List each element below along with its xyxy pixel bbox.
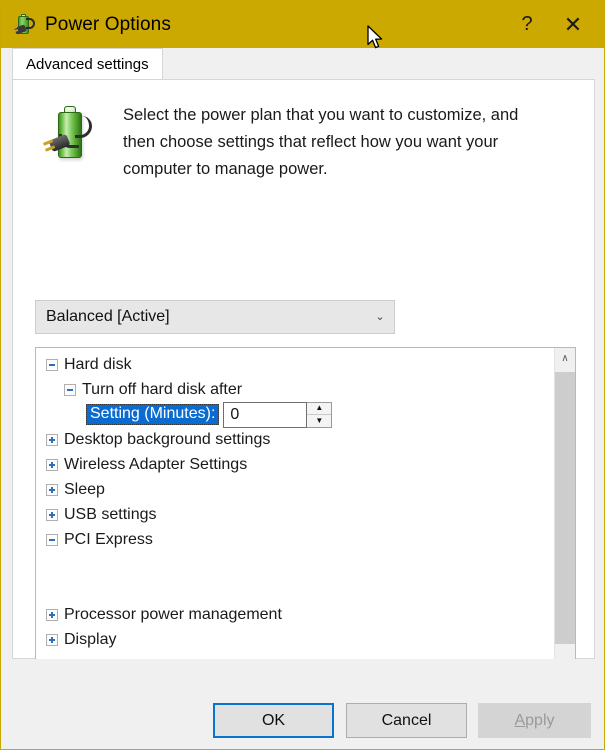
settings-tree-rows: Hard disk Turn off hard disk after Setti… [36, 348, 554, 681]
window-title: Power Options [45, 13, 171, 35]
power-plan-select[interactable]: Balanced [Active] ⌄ [35, 300, 395, 334]
tree-row-spacer [36, 552, 554, 577]
tree-row-label: USB settings [64, 505, 157, 523]
stepper-up-icon[interactable]: ▲ [307, 403, 332, 415]
tab-strip: Advanced settings [1, 48, 604, 79]
settings-tree[interactable]: Hard disk Turn off hard disk after Setti… [35, 347, 576, 682]
tree-vertical-scrollbar[interactable]: ∧ ∨ [554, 348, 575, 681]
ok-button[interactable]: OK [213, 703, 334, 738]
power-plan-value: Balanced [Active] [46, 308, 170, 325]
tree-row-label: Processor power management [64, 605, 282, 623]
collapse-minus-icon[interactable] [64, 383, 76, 396]
setting-minutes-label: Setting (Minutes): [86, 404, 220, 425]
scroll-up-icon[interactable]: ∧ [555, 348, 575, 369]
tree-row-pci-express[interactable]: PCI Express [36, 527, 554, 552]
close-icon[interactable]: ✕ [550, 1, 596, 48]
collapse-minus-icon[interactable] [46, 533, 58, 546]
tree-row-usb-settings[interactable]: USB settings [36, 502, 554, 527]
tree-row-label: PCI Express [64, 530, 153, 548]
tree-row-label: Hard disk [64, 355, 132, 373]
stepper-down-icon[interactable]: ▼ [307, 415, 331, 427]
apply-label-rest: pply [525, 711, 555, 729]
setting-minutes-input[interactable]: 0 [223, 401, 308, 428]
tree-row-label: Sleep [64, 480, 105, 498]
title-bar[interactable]: Power Options ? ✕ [1, 1, 604, 48]
expand-plus-icon[interactable] [46, 458, 58, 471]
scrollbar-track[interactable] [555, 369, 575, 660]
tree-row-hard-disk[interactable]: Hard disk [36, 352, 554, 377]
expand-plus-icon[interactable] [46, 483, 58, 496]
expand-plus-icon[interactable] [46, 433, 58, 446]
tree-row-label: Wireless Adapter Settings [64, 455, 248, 473]
tree-row-sleep[interactable]: Sleep [36, 477, 554, 502]
cancel-button[interactable]: Cancel [346, 703, 467, 738]
tree-row-label: Desktop background settings [64, 430, 271, 448]
expand-plus-icon[interactable] [46, 608, 58, 621]
battery-plug-large-icon [42, 104, 101, 168]
power-options-window: Power Options ? ✕ Advanced settings Sele… [0, 0, 605, 750]
tree-row-spacer [36, 577, 554, 602]
collapse-minus-icon[interactable] [46, 358, 58, 371]
tab-advanced-settings[interactable]: Advanced settings [12, 48, 163, 79]
expand-plus-icon[interactable] [46, 508, 58, 521]
tree-row-setting-minutes[interactable]: Setting (Minutes): 0 ▲ ▼ [36, 401, 554, 428]
tree-row-label: Turn off hard disk after [82, 380, 243, 398]
tree-row-processor-power-management[interactable]: Processor power management [36, 602, 554, 627]
tree-row-wireless-adapter-settings[interactable]: Wireless Adapter Settings [36, 452, 554, 477]
battery-plug-icon [10, 13, 36, 36]
chevron-down-icon[interactable]: ⌄ [366, 311, 394, 323]
apply-accel-letter: A [514, 711, 526, 729]
tree-row-turn-off-hard-disk-after[interactable]: Turn off hard disk after [36, 377, 554, 402]
scrollbar-thumb[interactable] [555, 372, 575, 644]
stepper-buttons[interactable]: ▲ ▼ [307, 401, 333, 428]
intro-text: Select the power plan that you want to c… [123, 106, 519, 178]
quantity-stepper[interactable]: 0 ▲ ▼ [223, 401, 333, 428]
intro-blurb: Select the power plan that you want to c… [33, 102, 573, 183]
apply-button[interactable]: Apply [478, 703, 591, 738]
tree-row-display[interactable]: Display [36, 627, 554, 652]
tree-row-desktop-background-settings[interactable]: Desktop background settings [36, 427, 554, 452]
tree-row-label: Display [64, 630, 117, 648]
help-button[interactable]: ? [504, 1, 550, 48]
advanced-settings-panel: Select the power plan that you want to c… [12, 79, 595, 740]
expand-plus-icon[interactable] [46, 633, 58, 646]
